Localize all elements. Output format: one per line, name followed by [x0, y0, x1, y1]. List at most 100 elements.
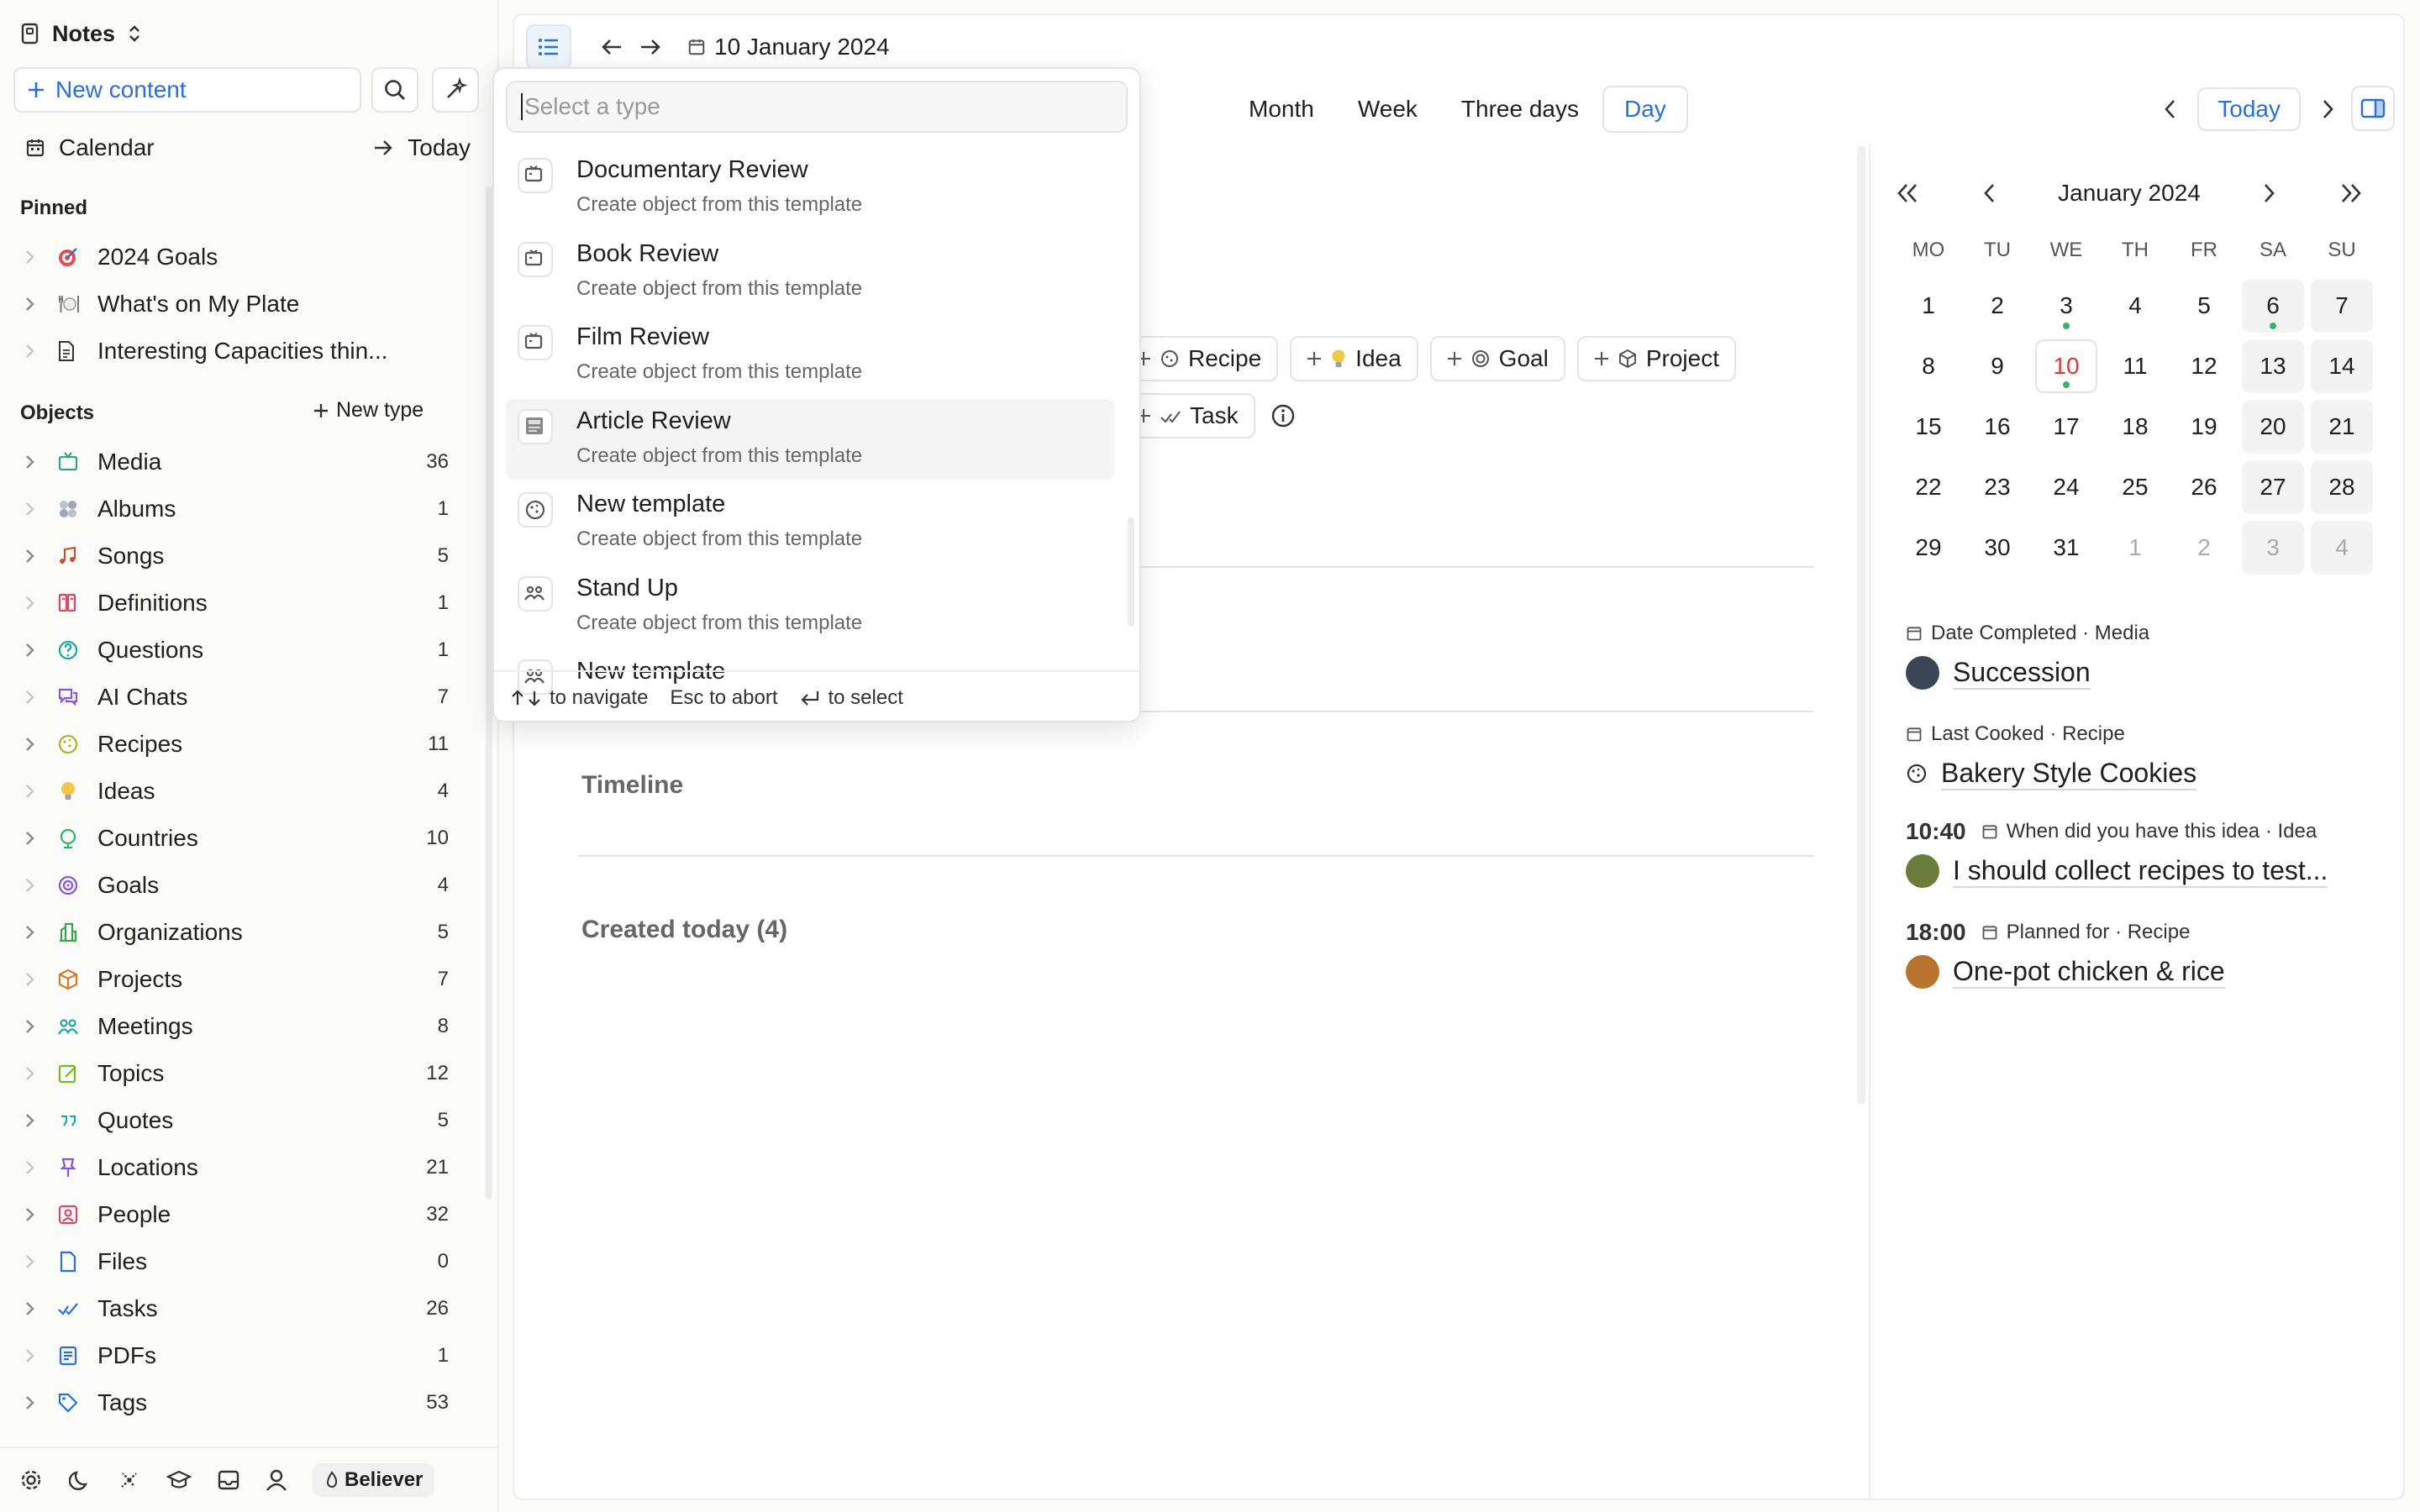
chevron-right-icon[interactable] — [24, 1205, 49, 1224]
sidebar-item-pdfs[interactable]: PDFs 1 — [24, 1334, 449, 1378]
calendar-day[interactable]: 4 — [2104, 279, 2166, 333]
chevron-right-icon[interactable] — [24, 688, 49, 706]
pinned-item-plate[interactable]: What's on My Plate — [24, 282, 449, 326]
chevron-left-icon[interactable] — [1981, 181, 1998, 205]
date-breadcrumb[interactable]: 10 January 2024 — [687, 34, 890, 60]
tab-three-days[interactable]: Three days — [1441, 87, 1599, 131]
sidebar-item-questions[interactable]: Questions 1 — [24, 628, 449, 672]
type-picker-button[interactable] — [526, 24, 571, 70]
event-title[interactable]: One-pot chicken & rice — [1953, 956, 2225, 989]
sidebar-item-projects[interactable]: Projects 7 — [24, 958, 449, 1001]
calendar-day[interactable]: 7 — [2311, 279, 2373, 333]
calendar-day[interactable]: 3 — [2242, 521, 2304, 575]
calendar-day[interactable]: 11 — [2104, 339, 2166, 393]
search-button[interactable] — [371, 67, 418, 113]
add-project-chip[interactable]: Project — [1576, 336, 1736, 381]
calendar-event[interactable]: Last Cooked · Recipe Bakery Style Cookies — [1906, 719, 2376, 795]
add-goal-chip[interactable]: Goal — [1429, 336, 1565, 381]
ai-button[interactable] — [432, 67, 479, 113]
chevron-right-icon[interactable] — [2260, 181, 2277, 205]
template-option[interactable]: Article Review Create object from this te… — [506, 398, 1114, 480]
add-idea-chip[interactable]: Idea — [1290, 336, 1418, 381]
previous-day-icon[interactable] — [2154, 97, 2187, 121]
calendar-day[interactable]: 14 — [2311, 339, 2373, 393]
type-search-input[interactable]: Select a type — [506, 81, 1128, 133]
sidebar-item-meetings[interactable]: Meetings 8 — [24, 1005, 449, 1048]
template-option[interactable]: Documentary Review Create object from thi… — [506, 148, 1114, 228]
calendar-day[interactable]: 17 — [2035, 400, 2097, 454]
moon-icon[interactable] — [69, 1468, 92, 1492]
chevron-right-icon[interactable] — [24, 1347, 49, 1365]
chevron-right-icon[interactable] — [24, 735, 49, 753]
calendar-day[interactable]: 27 — [2242, 460, 2304, 514]
graph-icon[interactable] — [118, 1468, 141, 1492]
sidebar-item-tasks[interactable]: Tasks 26 — [24, 1287, 449, 1331]
sidebar-item-people[interactable]: People 32 — [24, 1193, 449, 1236]
add-recipe-chip[interactable]: Recipe — [1134, 336, 1279, 381]
sidebar-item-media[interactable]: Media 36 — [24, 440, 449, 484]
sidebar-item-albums[interactable]: Albums 1 — [24, 487, 449, 531]
chevron-right-icon[interactable] — [24, 1017, 49, 1036]
forward-arrow-icon[interactable] — [639, 37, 662, 57]
calendar-day[interactable]: 9 — [1966, 339, 2028, 393]
back-arrow-icon[interactable] — [600, 37, 623, 57]
sidebar-scrollbar[interactable] — [486, 186, 492, 1200]
calendar-day[interactable]: 2 — [1966, 279, 2028, 333]
calendar-day[interactable]: 22 — [1897, 460, 1960, 514]
tab-week[interactable]: Week — [1338, 87, 1438, 131]
calendar-day[interactable]: 21 — [2311, 400, 2373, 454]
sidebar-item-definitions[interactable]: Definitions 1 — [24, 581, 449, 625]
template-option[interactable]: Film Review Create object from this templ… — [506, 315, 1114, 396]
calendar-day[interactable]: 15 — [1897, 400, 1960, 454]
popup-scrollbar[interactable] — [1128, 517, 1134, 627]
calendar-day[interactable]: 24 — [2035, 460, 2097, 514]
calendar-day[interactable]: 19 — [2173, 400, 2235, 454]
chevron-right-icon[interactable] — [24, 782, 49, 801]
new-type-button[interactable]: New type — [313, 398, 424, 423]
calendar-day[interactable]: 4 — [2311, 521, 2373, 575]
sidebar-item-countries[interactable]: Countries 10 — [24, 816, 449, 860]
chevron-right-icon[interactable] — [24, 970, 49, 989]
sidebar-item-recipes[interactable]: Recipes 11 — [24, 722, 449, 766]
calendar-day[interactable]: 20 — [2242, 400, 2304, 454]
chevron-right-icon[interactable] — [24, 295, 49, 313]
info-icon[interactable] — [1270, 403, 1296, 428]
template-option[interactable]: Book Review Create object from this templ… — [506, 232, 1114, 312]
calendar-event[interactable]: 18:00 Planned for · Recipe One-pot chicken… — [1906, 917, 2376, 993]
calendar-event[interactable]: 10:40 When did you have this idea · Idea I… — [1906, 816, 2376, 892]
double-chevron-right-icon[interactable] — [2338, 181, 2365, 205]
next-day-icon[interactable] — [2311, 97, 2344, 121]
calendar-day[interactable]: 6 — [2242, 279, 2304, 333]
sidebar-item-ai-chats[interactable]: AI Chats 7 — [24, 675, 449, 719]
settings-gear-icon[interactable] — [18, 1467, 44, 1493]
inbox-icon[interactable] — [217, 1468, 240, 1492]
chevron-right-icon[interactable] — [24, 1394, 49, 1412]
double-chevron-left-icon[interactable] — [1894, 181, 1921, 205]
pinned-item-goals[interactable]: 2024 Goals — [24, 235, 449, 279]
chevron-right-icon[interactable] — [24, 342, 49, 360]
sidebar-item-quotes[interactable]: Quotes 5 — [24, 1099, 449, 1142]
chevron-right-icon[interactable] — [24, 1064, 49, 1083]
template-option[interactable]: Stand Up Create object from this template — [506, 566, 1114, 647]
chevron-right-icon[interactable] — [24, 876, 49, 895]
sidebar-item-topics[interactable]: Topics 12 — [24, 1052, 449, 1095]
calendar-day[interactable]: 29 — [1897, 521, 1960, 575]
space-switcher[interactable]: Notes — [20, 15, 142, 52]
calendar-day[interactable]: 13 — [2242, 339, 2304, 393]
calendar-day[interactable]: 10 — [2035, 339, 2097, 393]
new-content-button[interactable]: New content — [13, 67, 361, 113]
calendar-day[interactable]: 25 — [2104, 460, 2166, 514]
event-title[interactable]: I should collect recipes to test... — [1953, 855, 2328, 888]
sidebar-item-tags[interactable]: Tags 53 — [24, 1381, 449, 1425]
chevron-right-icon[interactable] — [24, 594, 49, 612]
calendar-day[interactable]: 2 — [2173, 521, 2235, 575]
tab-day[interactable]: Day — [1602, 86, 1688, 133]
sidebar-item-songs[interactable]: Songs 5 — [24, 534, 449, 578]
sidebar-item-ideas[interactable]: Ideas 4 — [24, 769, 449, 813]
calendar-day[interactable]: 3 — [2035, 279, 2097, 333]
template-option[interactable]: New template Create object from this temp… — [506, 482, 1114, 563]
chevron-right-icon[interactable] — [24, 248, 49, 266]
calendar-row[interactable]: Calendar Today — [25, 129, 471, 166]
chevron-right-icon[interactable] — [24, 829, 49, 848]
calendar-day[interactable]: 28 — [2311, 460, 2373, 514]
